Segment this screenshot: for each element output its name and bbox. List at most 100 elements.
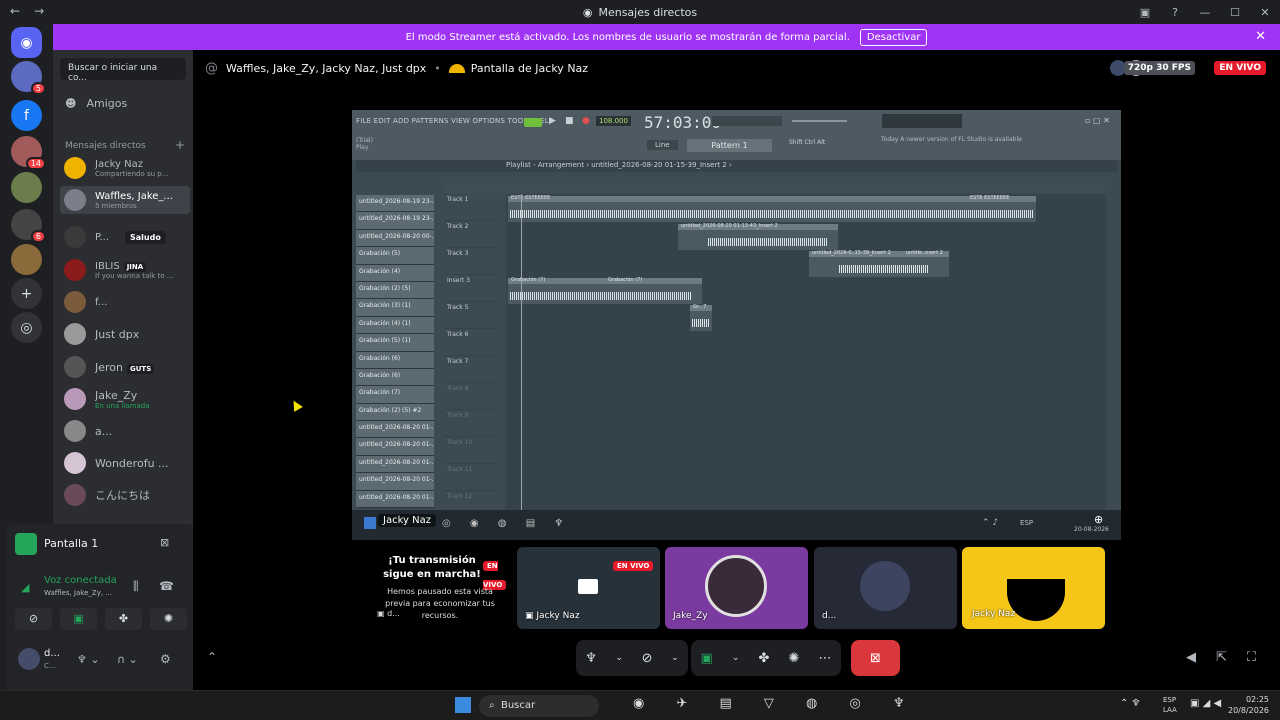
search-input[interactable]: Buscar o iniciar una co... xyxy=(60,58,186,83)
channel-item[interactable]: Grabación (6) xyxy=(356,351,434,369)
audio-clip[interactable]: untitled_2026-08-20 01-13-43_Insert 2 xyxy=(678,223,838,250)
inbox-icon[interactable]: ▣ xyxy=(1130,6,1160,19)
popout-icon[interactable]: ⇱ xyxy=(1216,650,1247,665)
disconnect-icon[interactable]: ☎ xyxy=(159,579,174,593)
close-window-button[interactable]: ✕ xyxy=(1250,6,1280,19)
channel-item[interactable]: untitled_2026-08-20 01-... xyxy=(356,421,434,439)
pat-song-toggle[interactable] xyxy=(524,118,542,127)
dm-item[interactable]: Wonderofu ... xyxy=(64,449,190,477)
audio-clip[interactable]: Gr...7 xyxy=(690,304,712,331)
screen-share-icon[interactable]: ▣ xyxy=(701,651,713,666)
channel-item[interactable]: untitled_2026-08-20 00-... xyxy=(356,229,434,248)
tray-language[interactable]: ESP LAA xyxy=(1163,695,1177,715)
channel-item[interactable]: untitled_2026-08-19 23-... xyxy=(356,212,434,230)
discord-home-icon[interactable]: ◉ xyxy=(11,27,42,58)
chevron-down-icon[interactable]: ⌄ xyxy=(616,653,624,663)
track-label[interactable]: Insert 3 xyxy=(444,275,500,302)
banner-close-icon[interactable]: ✕ xyxy=(1255,29,1266,44)
channel-item[interactable]: Grabación (3) (1) xyxy=(356,299,434,317)
fullscreen-icon[interactable]: ⛶ xyxy=(1247,650,1276,665)
play-icon[interactable]: ▶ xyxy=(549,116,556,126)
audio-clip[interactable]: ESTE ESTEEEEE ESTE ESTEEEEE xyxy=(508,195,1036,222)
dm-item[interactable]: f... xyxy=(64,288,190,316)
soundboard-icon[interactable]: ✺ xyxy=(150,608,187,630)
track-label[interactable]: Track 6 xyxy=(444,329,500,356)
tray-clock[interactable]: 02:25 20/8/2026 xyxy=(1228,694,1269,716)
track-label[interactable]: Track 11 xyxy=(444,464,500,491)
track-label[interactable]: Track 10 xyxy=(444,437,500,464)
tray-icons[interactable]: ⌃ ♆ xyxy=(1120,698,1141,709)
user-avatar[interactable] xyxy=(18,648,40,670)
channel-item[interactable]: untitled_2026-08-19 23-... xyxy=(356,195,434,213)
zoom-icon[interactable]: ⊕ xyxy=(1094,513,1103,526)
channel-item[interactable]: untitled_2026-08-20 01-... xyxy=(356,455,434,474)
back-icon[interactable]: ← xyxy=(10,4,20,18)
server-icon[interactable]: 5 xyxy=(11,61,46,95)
video-off-icon[interactable]: ⊘ xyxy=(15,608,52,630)
channel-item[interactable]: untitled_2026-08-20 01-... xyxy=(356,438,434,456)
playlist-grid[interactable]: ESTE ESTEEEEE ESTE ESTEEEEE untitled_2026… xyxy=(506,194,1106,514)
dm-item[interactable]: Jeron GUTS xyxy=(64,353,190,381)
microphone-icon[interactable]: ♆ xyxy=(585,651,597,666)
channel-item[interactable]: untitled_2026-08-20 01-... xyxy=(356,490,434,509)
forward-icon[interactable]: → xyxy=(34,4,44,18)
dm-item[interactable]: IBLIS JINA If you wanna talk to ... xyxy=(64,256,190,284)
fl-tool-buttons[interactable] xyxy=(712,116,782,126)
track-label[interactable]: Track 3 xyxy=(444,248,500,275)
server-icon[interactable] xyxy=(11,244,42,275)
participant-tile[interactable]: d... xyxy=(814,547,957,629)
channel-item[interactable]: Grabación (4) xyxy=(356,264,434,282)
server-icon[interactable] xyxy=(11,172,42,203)
track-label[interactable]: Track 8 xyxy=(444,383,500,410)
new-dm-icon[interactable]: + xyxy=(175,138,185,152)
audio-clip[interactable]: untitled_2026-0..15-39_Insert 2 untitle..… xyxy=(809,250,949,277)
channel-item[interactable]: untitled_2026-08-20 01-... xyxy=(356,473,434,491)
update-note[interactable]: Today A newer version of FL Studio is av… xyxy=(881,136,1022,143)
taskbar-search[interactable]: ⌕ Buscar xyxy=(479,695,599,717)
track-label[interactable]: Track 1 xyxy=(444,194,500,221)
dm-item[interactable]: a... xyxy=(64,417,190,445)
explore-icon[interactable]: ◎ xyxy=(11,312,42,343)
chevron-down-icon[interactable]: ⌄ xyxy=(732,653,740,663)
channel-item[interactable]: Grabación (5) (1) xyxy=(356,334,434,352)
maximize-button[interactable]: ☐ xyxy=(1220,6,1250,19)
master-volume-slider[interactable] xyxy=(792,120,847,122)
pattern-selector[interactable]: Pattern 1 xyxy=(687,139,772,152)
screen-share-icon[interactable]: ▣ xyxy=(60,608,97,630)
dm-item[interactable]: Just dpx xyxy=(64,320,190,348)
windows-start-icon[interactable] xyxy=(455,697,471,713)
dm-item-selected[interactable]: Waffles, Jake_... 5 miembros xyxy=(60,186,190,214)
track-label[interactable]: Track 7 xyxy=(444,356,500,383)
channel-item[interactable]: Grabación (2) (5) xyxy=(356,281,434,300)
microphone-icon[interactable]: ♆ ⌄ xyxy=(77,653,100,666)
tray-network-volume[interactable]: ▣ ◢ ◀ xyxy=(1190,698,1221,709)
track-label[interactable]: Track 5 xyxy=(444,302,500,329)
settings-gear-icon[interactable]: ⚙ xyxy=(160,652,171,666)
snap-select[interactable]: Line xyxy=(647,140,678,150)
audio-clip[interactable]: Grabación (7) Grabación (7) xyxy=(508,277,702,304)
track-label[interactable]: Track 9 xyxy=(444,410,500,437)
add-server-icon[interactable]: + xyxy=(11,278,42,309)
channel-item[interactable]: Grabación (4) (1) xyxy=(356,316,434,335)
stream-tile[interactable]: EN VIVO ▣ Jacky Naz xyxy=(517,547,660,629)
headphones-icon[interactable]: ∩ ⌄ xyxy=(117,653,138,666)
channel-item[interactable]: Grabación (2) (5) #2 xyxy=(356,403,434,422)
more-icon[interactable]: ⋯ xyxy=(818,651,831,666)
disconnect-button[interactable]: ⊠ xyxy=(851,640,900,676)
volume-icon[interactable]: ◀ xyxy=(1186,650,1216,665)
camera-off-icon[interactable]: ⊘ xyxy=(642,651,653,666)
chevron-down-icon[interactable]: ⌄ xyxy=(671,653,679,663)
stop-icon[interactable]: ■ xyxy=(565,116,574,126)
server-icon[interactable]: 14 xyxy=(11,136,46,170)
dm-item[interactable]: Jake_Zy En una llamada xyxy=(64,385,190,413)
stream-view[interactable]: FILE EDIT ADD PATTERNS VIEW OPTIONS TOOL… xyxy=(352,110,1121,540)
activities-icon[interactable]: ✤ xyxy=(105,608,142,630)
fl-window-controls[interactable]: ▫ ▢ ✕ xyxy=(1085,116,1110,125)
track-label[interactable]: Track 2 xyxy=(444,221,500,248)
dm-item[interactable]: こんにちは xyxy=(64,481,190,509)
dm-item[interactable]: Jacky Naz Compartiendo su p... xyxy=(64,154,190,182)
dm-item[interactable]: P... Saludo xyxy=(64,223,190,251)
deactivate-button[interactable]: Desactivar xyxy=(859,28,928,46)
record-icon[interactable]: ● xyxy=(582,116,590,126)
minimize-button[interactable]: — xyxy=(1190,6,1220,19)
